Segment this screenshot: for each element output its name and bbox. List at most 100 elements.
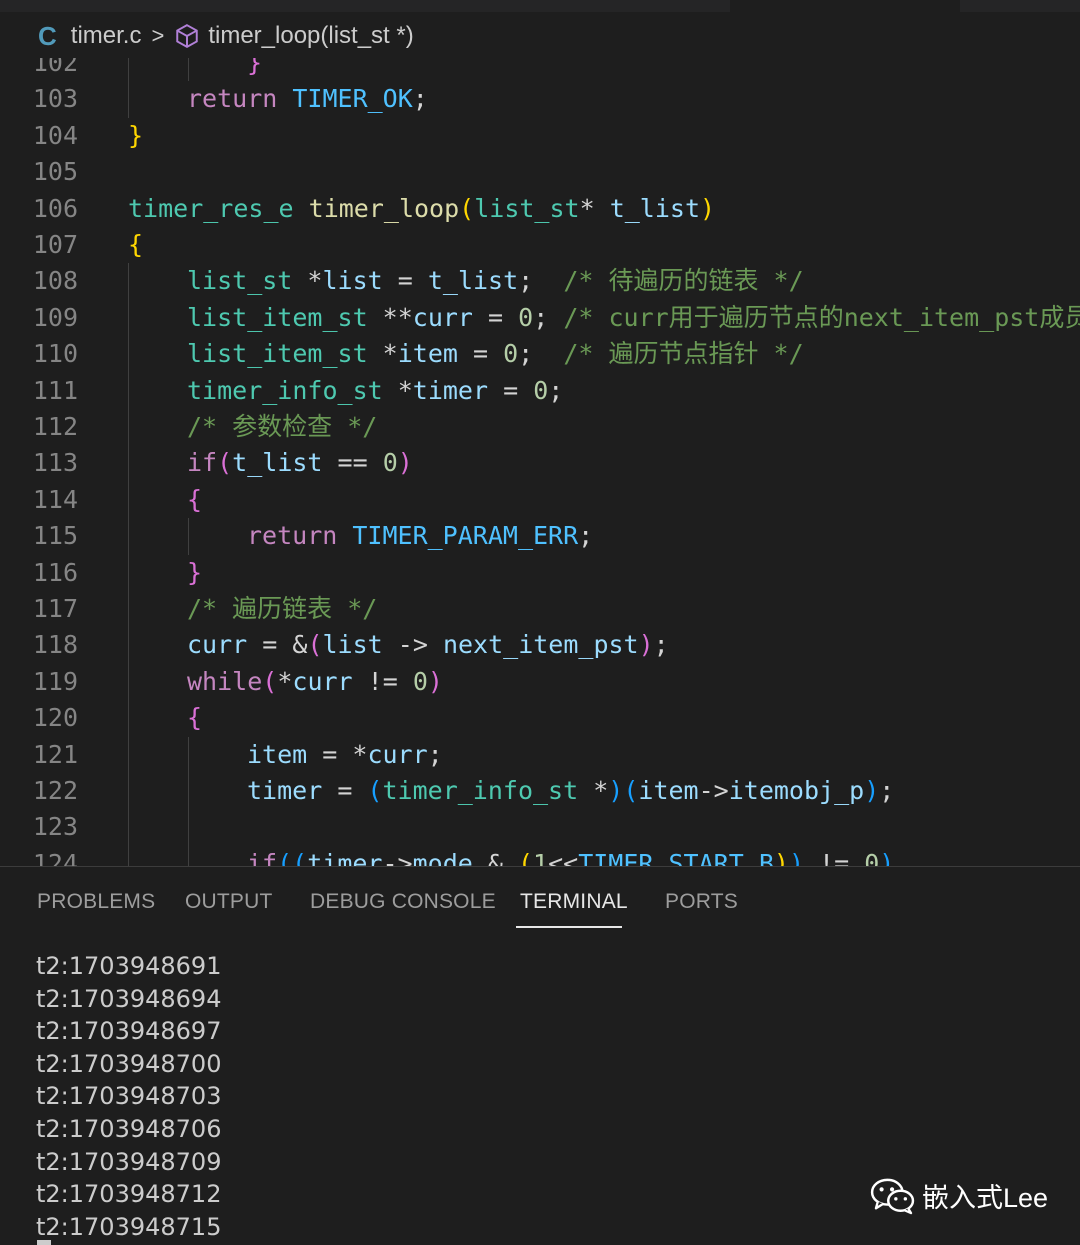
code-token: != (352, 666, 413, 696)
code-text: timer = (timer_info_st *)(item->itemobj_… (247, 773, 894, 809)
tab-output[interactable]: OUTPUT (185, 890, 273, 914)
breadcrumb: C timer.c > timer_loop(list_st *) (0, 14, 1080, 58)
code-token: << (548, 848, 579, 866)
code-token: TIMER_OK (292, 84, 413, 114)
c-file-icon: C (38, 20, 57, 51)
method-cube-icon (176, 24, 199, 48)
code-text: return TIMER_PARAM_ERR; (247, 518, 593, 554)
code-line[interactable]: 110 list_item_st *item = 0; /* 遍历节点指针 */ (0, 336, 1080, 373)
code-token: t_list (427, 266, 519, 296)
code-line[interactable]: 107 { (0, 227, 1080, 263)
code-token: timer (412, 375, 489, 405)
tab-problems[interactable]: PROBLEMS (37, 890, 155, 914)
code-token: ) (427, 666, 443, 696)
terminal-line: t2:1703948709 (36, 1147, 222, 1176)
code-line[interactable]: 115 return TIMER_PARAM_ERR; (0, 518, 1080, 555)
code-token: if (247, 848, 278, 866)
indent-guide (128, 409, 129, 446)
code-token: ) (773, 848, 789, 866)
code-token: return (247, 521, 338, 551)
tab-terminal[interactable]: TERMINAL (520, 890, 628, 914)
code-token: & (472, 848, 518, 866)
code-token: mode (412, 848, 473, 866)
code-line[interactable]: 108 list_st *list = t_list; /* 待遍历的链表 */ (0, 263, 1080, 300)
terminal-line: t2:1703948694 (36, 984, 222, 1013)
code-token: = & (247, 630, 308, 660)
line-number: 108 (32, 266, 78, 296)
code-line[interactable]: 103 return TIMER_OK; (0, 81, 1080, 118)
code-token: * (367, 339, 398, 369)
indent-guide (128, 81, 129, 118)
code-token: /* 待遍历的链表 */ (563, 266, 804, 296)
code-line[interactable]: 113 if(t_list == 0) (0, 445, 1080, 482)
code-token: ( (217, 448, 233, 478)
code-token: timer_info_st (382, 776, 579, 805)
code-line[interactable]: 121 item = *curr; (0, 736, 1080, 773)
code-line[interactable]: 118 curr = &(list -> next_item_pst); (0, 627, 1080, 664)
code-token: = (322, 776, 368, 805)
code-line[interactable]: 124 if((timer->mode & (1<<TIMER_START_B))… (0, 845, 1080, 866)
indent-guide (128, 299, 129, 337)
code-line[interactable]: 105 (0, 154, 1080, 190)
code-token: if (187, 448, 218, 478)
code-line[interactable]: 106 timer_res_e timer_loop(list_st* t_lis… (0, 191, 1080, 227)
code-token: ) (638, 630, 654, 660)
tab-debug-console[interactable]: DEBUG CONSOLE (310, 890, 496, 914)
indent-guide (128, 736, 129, 773)
code-line[interactable]: 112 /* 参数检查 */ (0, 409, 1080, 446)
code-token: 0 (518, 302, 534, 332)
code-line[interactable]: 123 (0, 809, 1080, 846)
code-text: } (187, 555, 202, 591)
code-token: timer_res_e (128, 193, 294, 223)
code-line[interactable]: 109 list_item_st **curr = 0; /* curr用于遍历节… (0, 299, 1080, 337)
code-line[interactable]: 122 timer = (timer_info_st *)(item->itemo… (0, 773, 1080, 810)
line-number: 114 (32, 484, 78, 514)
code-token: /* 遍历节点指针 */ (563, 339, 804, 369)
code-line[interactable]: 111 timer_info_st *timer = 0; (0, 372, 1080, 409)
code-line[interactable]: 114 { (0, 481, 1080, 519)
code-token: ; (653, 630, 669, 660)
indent-guide (128, 445, 129, 482)
code-token: item (247, 739, 308, 769)
indent-guide (128, 663, 129, 701)
active-tab-indicator (516, 926, 622, 928)
code-line[interactable]: 119 while(*curr != 0) (0, 663, 1080, 701)
code-token: timer (247, 776, 323, 805)
indent-guide (188, 58, 189, 82)
code-token: = (382, 266, 428, 296)
terminal-line: t2:1703948715 (36, 1212, 222, 1241)
code-token: -> (382, 630, 443, 660)
indent-guide (128, 481, 129, 519)
code-line[interactable]: 116} (0, 554, 1080, 591)
panel-tab-bar: PROBLEMS OUTPUT DEBUG CONSOLE TERMINAL P… (0, 868, 1080, 938)
line-number: 110 (32, 339, 78, 369)
terminal-cursor (37, 1240, 51, 1245)
line-number: 120 (32, 703, 78, 733)
code-line[interactable]: 120 { (0, 700, 1080, 737)
tab-ports[interactable]: PORTS (665, 890, 738, 914)
code-text: return TIMER_OK; (187, 81, 428, 117)
code-text: list_item_st **curr = 0; /* curr用于遍历节点的n… (187, 300, 1080, 336)
code-token: 0 (412, 666, 428, 696)
code-token: 0 (503, 339, 519, 369)
code-token: ; (518, 339, 564, 369)
code-line[interactable]: 102} (0, 58, 1080, 82)
code-editor[interactable]: 102} 103 return TIMER_OK; 104} 105 106 timer_r… (0, 58, 1080, 866)
code-token: ; (518, 266, 564, 296)
code-token: ; (412, 84, 428, 114)
code-token: ( (307, 630, 323, 660)
code-line[interactable]: 117 /* 遍历链表 */ (0, 591, 1080, 628)
code-token: /* 参数检查 */ (187, 412, 378, 441)
code-token: ) (608, 776, 624, 805)
code-line[interactable]: 104} (0, 118, 1080, 154)
code-token: ( (517, 848, 534, 866)
breadcrumb-symbol[interactable]: timer_loop(list_st *) (208, 22, 413, 50)
code-token: ; (427, 739, 443, 769)
code-token: curr (187, 630, 248, 660)
indent-guide (128, 58, 129, 82)
code-token: ; (578, 521, 594, 551)
breadcrumb-file[interactable]: timer.c (71, 22, 142, 50)
panel-divider[interactable] (0, 866, 1080, 867)
